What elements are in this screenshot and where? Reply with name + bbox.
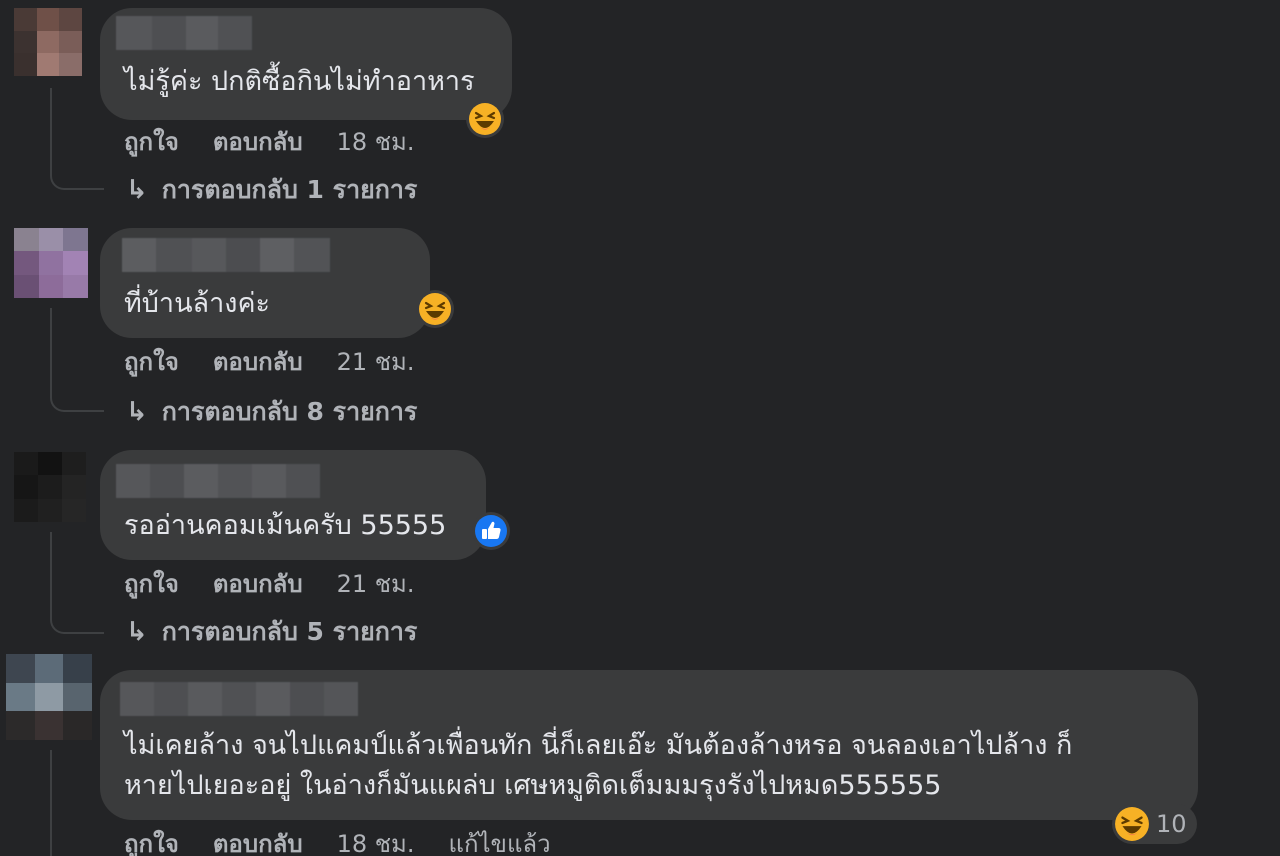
comment-actions: ถูกใจ ตอบกลับ 18 ชม. แก้ไขแล้ว bbox=[124, 824, 551, 856]
reply-arrow-icon: ↳ bbox=[126, 175, 148, 205]
reaction-summary[interactable]: 10 bbox=[1112, 804, 1197, 844]
like-action[interactable]: ถูกใจ bbox=[124, 564, 179, 603]
comment-actions: ถูกใจ ตอบกลับ 21 ชม. bbox=[124, 342, 414, 381]
timestamp[interactable]: 21 ชม. bbox=[337, 342, 415, 381]
comment-text: รออ่านคอมเม้นครับ 55555 bbox=[124, 506, 446, 546]
edited-label[interactable]: แก้ไขแล้ว bbox=[448, 824, 550, 856]
thread-connector bbox=[50, 750, 104, 856]
avatar[interactable] bbox=[14, 8, 82, 76]
thumbs-up-icon bbox=[475, 515, 507, 547]
timestamp[interactable]: 18 ชม. bbox=[337, 122, 415, 161]
comment-bubble: รออ่านคอมเม้นครับ 55555 bbox=[100, 450, 486, 560]
laughing-face-icon bbox=[469, 103, 501, 135]
view-replies-link[interactable]: ↳ การตอบกลับ 1 รายการ bbox=[126, 170, 417, 210]
comment-thread-page: ไม่รู้ค่ะ ปกติซื้อกินไม่ทำอาหาร ถูกใจ ตอ… bbox=[0, 0, 1280, 856]
reply-arrow-icon: ↳ bbox=[126, 617, 148, 647]
comment-bubble: ไม่เคยล้าง จนไปแคมป์แล้วเพื่อนทัก นี่ก็เ… bbox=[100, 670, 1198, 820]
reaction-count: 10 bbox=[1156, 810, 1187, 838]
author-name-blurred[interactable] bbox=[116, 464, 320, 498]
comment-line: หายไปเยอะอยู่ ในอ่างก็มันแผล่บ เศษหมูติด… bbox=[124, 770, 942, 801]
reply-action[interactable]: ตอบกลับ bbox=[213, 122, 303, 161]
reply-action[interactable]: ตอบกลับ bbox=[213, 342, 303, 381]
avatar[interactable] bbox=[14, 228, 88, 298]
comment-line: ที่บ้านล้างค่ะ bbox=[124, 288, 271, 319]
replies-count-label: การตอบกลับ 8 รายการ bbox=[161, 397, 418, 426]
reply-action[interactable]: ตอบกลับ bbox=[213, 564, 303, 603]
thread-connector bbox=[50, 532, 104, 634]
comment-bubble: ที่บ้านล้างค่ะ bbox=[100, 228, 430, 338]
author-name-blurred[interactable] bbox=[122, 238, 330, 272]
avatar[interactable] bbox=[6, 654, 92, 740]
thread-connector bbox=[50, 308, 104, 412]
view-replies-link[interactable]: ↳ การตอบกลับ 5 รายการ bbox=[126, 612, 417, 652]
laughing-face-icon bbox=[419, 293, 451, 325]
reaction-badge[interactable] bbox=[416, 290, 454, 328]
comment-text: ที่บ้านล้างค่ะ bbox=[124, 284, 270, 324]
reply-action[interactable]: ตอบกลับ bbox=[213, 824, 303, 856]
like-action[interactable]: ถูกใจ bbox=[124, 122, 179, 161]
comment-text: ไม่รู้ค่ะ ปกติซื้อกินไม่ทำอาหาร bbox=[124, 62, 475, 102]
replies-count-label: การตอบกลับ 1 รายการ bbox=[161, 175, 418, 204]
reaction-badge[interactable] bbox=[472, 512, 510, 550]
comment-line: ไม่เคยล้าง จนไปแคมป์แล้วเพื่อนทัก นี่ก็เ… bbox=[124, 730, 1073, 761]
reaction-badge[interactable] bbox=[466, 100, 504, 138]
laughing-face-icon bbox=[1115, 807, 1149, 841]
comment-actions: ถูกใจ ตอบกลับ 18 ชม. bbox=[124, 122, 414, 161]
replies-count-label: การตอบกลับ 5 รายการ bbox=[161, 617, 418, 646]
comment-actions: ถูกใจ ตอบกลับ 21 ชม. bbox=[124, 564, 414, 603]
timestamp[interactable]: 21 ชม. bbox=[337, 564, 415, 603]
comment-bubble: ไม่รู้ค่ะ ปกติซื้อกินไม่ทำอาหาร bbox=[100, 8, 512, 120]
comment-line: รออ่านคอมเม้นครับ 55555 bbox=[124, 510, 447, 541]
view-replies-link[interactable]: ↳ การตอบกลับ 8 รายการ bbox=[126, 392, 417, 432]
reply-arrow-icon: ↳ bbox=[126, 397, 148, 427]
author-name-blurred[interactable] bbox=[120, 682, 358, 716]
like-action[interactable]: ถูกใจ bbox=[124, 342, 179, 381]
thread-connector bbox=[50, 88, 104, 190]
author-name-blurred[interactable] bbox=[116, 16, 252, 50]
comment-text: ไม่เคยล้าง จนไปแคมป์แล้วเพื่อนทัก นี่ก็เ… bbox=[124, 726, 1072, 806]
timestamp[interactable]: 18 ชม. bbox=[337, 824, 415, 856]
comment-line: ไม่รู้ค่ะ ปกติซื้อกินไม่ทำอาหาร bbox=[124, 66, 475, 97]
avatar[interactable] bbox=[14, 452, 86, 522]
like-action[interactable]: ถูกใจ bbox=[124, 824, 179, 856]
